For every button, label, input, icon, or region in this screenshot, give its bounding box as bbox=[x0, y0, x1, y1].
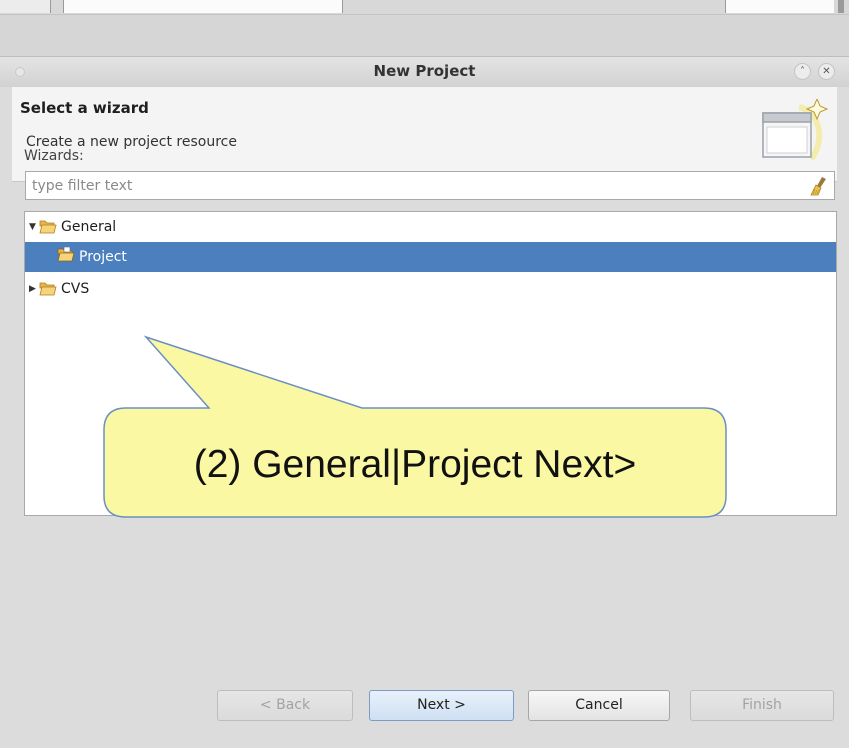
collapse-arrow-icon[interactable]: ▼ bbox=[29, 212, 36, 242]
clear-filter-icon[interactable] bbox=[808, 175, 830, 197]
tree-item-general[interactable]: ▼ General bbox=[25, 212, 836, 242]
expand-arrow-icon[interactable]: ▶ bbox=[29, 274, 36, 304]
background-scrollbar bbox=[838, 0, 844, 13]
header-title: Select a wizard bbox=[20, 99, 149, 117]
background-window bbox=[0, 0, 849, 15]
folder-open-icon bbox=[39, 282, 57, 296]
background-field bbox=[63, 0, 343, 13]
close-icon[interactable]: ✕ bbox=[818, 63, 835, 80]
tree-item-cvs[interactable]: ▶ CVS bbox=[25, 274, 836, 304]
dialog-title: New Project bbox=[373, 62, 476, 80]
filter-input[interactable] bbox=[32, 176, 802, 195]
maximize-icon[interactable]: ˄ bbox=[794, 63, 811, 80]
new-project-dialog: New Project ˄ ✕ Select a wizard Create a… bbox=[0, 56, 849, 748]
cancel-button[interactable]: Cancel bbox=[528, 690, 670, 721]
background-field bbox=[725, 0, 834, 13]
background-panel bbox=[0, 0, 51, 13]
folder-open-icon bbox=[39, 220, 57, 234]
next-button[interactable]: Next > bbox=[369, 690, 514, 721]
tree-item-label: Project bbox=[79, 249, 127, 265]
finish-button[interactable]: Finish bbox=[690, 690, 834, 721]
wizards-label: Wizards: bbox=[24, 148, 84, 164]
dialog-titlebar[interactable]: New Project ˄ ✕ bbox=[0, 57, 849, 87]
tree-item-label: CVS bbox=[61, 281, 90, 297]
project-folder-icon bbox=[57, 247, 75, 262]
wizard-header: Select a wizard Create a new project res… bbox=[12, 87, 837, 182]
tree-item-label: General bbox=[61, 219, 117, 235]
filter-field[interactable] bbox=[25, 171, 835, 200]
callout-text: (2) General|Project Next> bbox=[193, 443, 637, 486]
tree-item-project[interactable]: Project bbox=[25, 242, 836, 272]
back-button[interactable]: < Back bbox=[217, 690, 353, 721]
new-wizard-icon bbox=[762, 99, 829, 161]
